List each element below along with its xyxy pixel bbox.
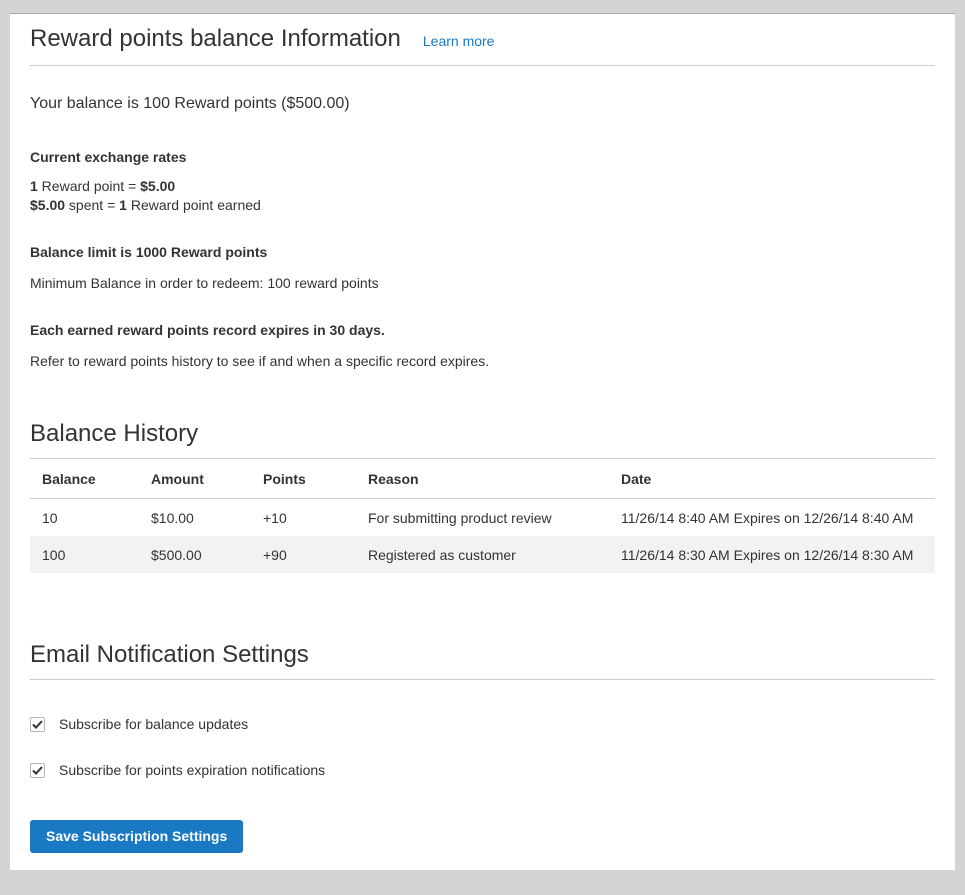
cell-amount: $500.00 [139, 536, 251, 573]
balance-history-section: Balance History Balance Amount Points Re… [30, 420, 935, 573]
table-header-row: Balance Amount Points Reason Date [30, 459, 935, 499]
rate2-text1: spent = [65, 197, 119, 213]
reward-points-panel: Reward points balance Information Learn … [10, 13, 955, 870]
balance-updates-option: Subscribe for balance updates [30, 716, 935, 732]
balance-history-title: Balance History [30, 420, 935, 448]
save-subscription-settings-button[interactable]: Save Subscription Settings [30, 820, 243, 853]
expiration-heading: Each earned reward points record expires… [30, 321, 935, 340]
checkmark-icon [32, 720, 43, 729]
balance-updates-checkbox[interactable] [30, 717, 45, 732]
rate1-amount: $5.00 [140, 178, 175, 194]
column-header-amount: Amount [139, 459, 251, 499]
exchange-rate-spending: $5.00 spent = 1 Reward point earned [30, 196, 935, 215]
table-row: 100 $500.00 +90 Registered as customer 1… [30, 536, 935, 573]
learn-more-link[interactable]: Learn more [423, 33, 495, 49]
points-expiration-checkbox[interactable] [30, 763, 45, 778]
email-notification-title: Email Notification Settings [30, 641, 935, 669]
column-header-balance: Balance [30, 459, 139, 499]
rate2-text2: Reward point earned [127, 197, 261, 213]
email-section-divider [30, 679, 935, 680]
column-header-points: Points [251, 459, 356, 499]
cell-date: 11/26/14 8:30 AM Expires on 12/26/14 8:3… [609, 536, 935, 573]
expiration-note: Refer to reward points history to see if… [30, 352, 935, 371]
column-header-reason: Reason [356, 459, 609, 499]
cell-balance: 100 [30, 536, 139, 573]
cell-balance: 10 [30, 499, 139, 537]
rate1-points: 1 [30, 178, 38, 194]
cell-points: +10 [251, 499, 356, 537]
cell-amount: $10.00 [139, 499, 251, 537]
exchange-rates-heading: Current exchange rates [30, 148, 935, 167]
cell-points: +90 [251, 536, 356, 573]
page-title: Reward points balance Information [30, 25, 401, 53]
header-divider [30, 65, 935, 66]
points-expiration-label: Subscribe for points expiration notifica… [59, 762, 325, 778]
cell-date: 11/26/14 8:40 AM Expires on 12/26/14 8:4… [609, 499, 935, 537]
checkmark-icon [32, 766, 43, 775]
column-header-date: Date [609, 459, 935, 499]
email-notification-section: Email Notification Settings Subscribe fo… [30, 641, 935, 853]
rate2-points: 1 [119, 197, 127, 213]
page-header: Reward points balance Information Learn … [30, 25, 935, 53]
balance-history-table: Balance Amount Points Reason Date 10 $10… [30, 458, 935, 573]
points-expiration-option: Subscribe for points expiration notifica… [30, 762, 935, 778]
rate2-amount: $5.00 [30, 197, 65, 213]
exchange-rate-earning: 1 Reward point = $5.00 [30, 177, 935, 196]
minimum-balance-text: Minimum Balance in order to redeem: 100 … [30, 274, 935, 293]
balance-limit-text: Balance limit is 1000 Reward points [30, 243, 935, 262]
balance-updates-label: Subscribe for balance updates [59, 716, 248, 732]
table-row: 10 $10.00 +10 For submitting product rev… [30, 499, 935, 537]
balance-summary: Your balance is 100 Reward points ($500.… [30, 93, 935, 115]
cell-reason: For submitting product review [356, 499, 609, 537]
cell-reason: Registered as customer [356, 536, 609, 573]
rate1-text: Reward point = [38, 178, 140, 194]
